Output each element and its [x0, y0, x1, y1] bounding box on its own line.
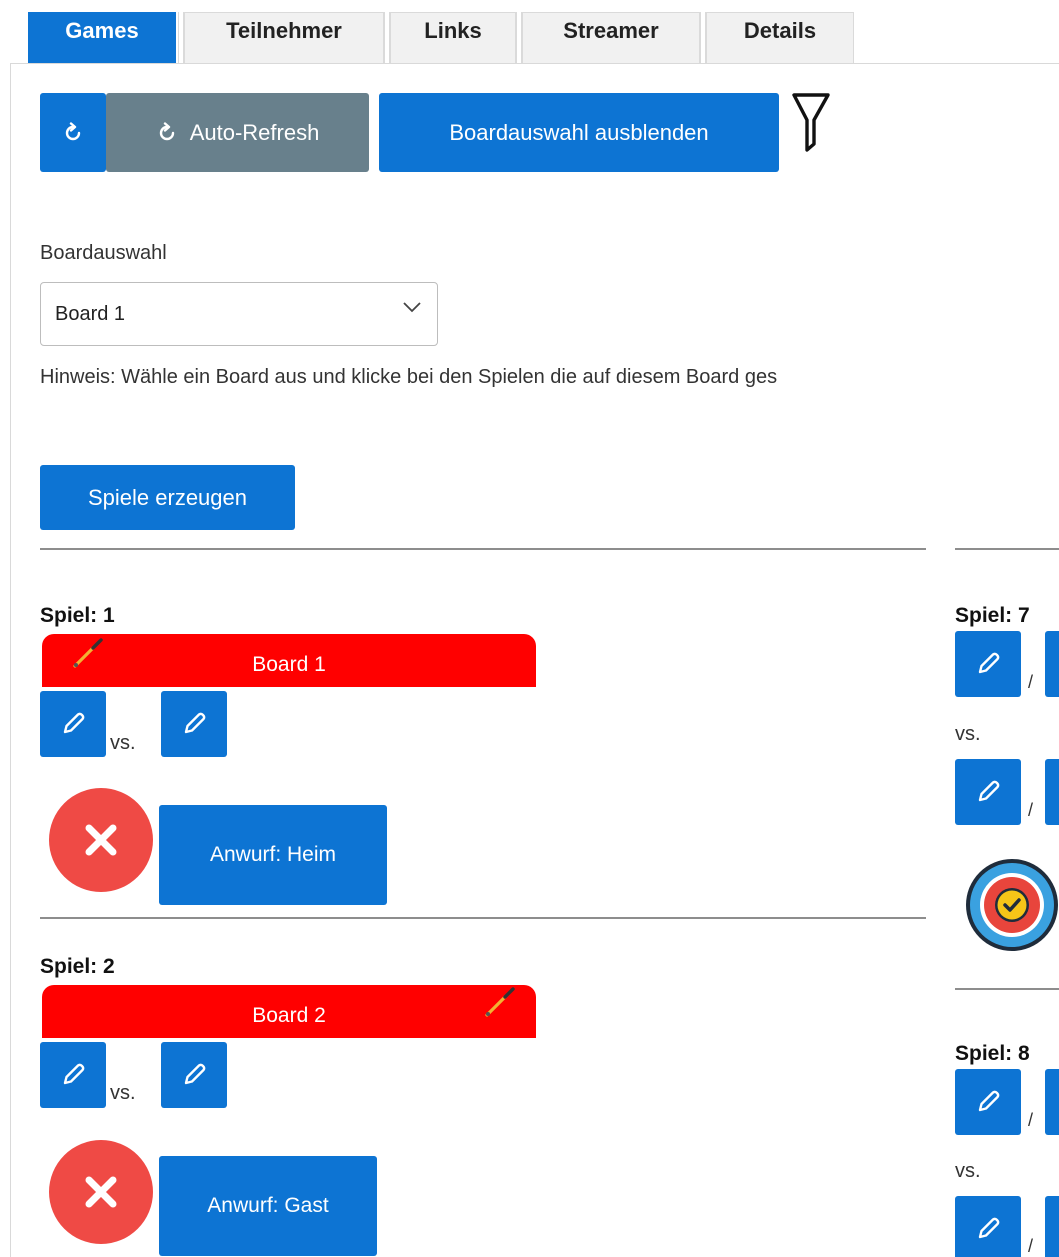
game-title: Spiel: 7	[955, 604, 1030, 627]
tab-teilnehmer-label: Teilnehmer	[226, 18, 342, 43]
edit-home-player-button[interactable]	[40, 691, 106, 757]
divider	[40, 548, 926, 550]
vs-label: vs.	[955, 1160, 981, 1182]
anwurf-label: Anwurf: Heim	[209, 843, 337, 866]
game-title: Spiel: 8	[955, 1042, 1030, 1065]
edit-player-button[interactable]	[955, 759, 1021, 825]
slash-separator: /	[1028, 1236, 1034, 1256]
pencil-icon	[184, 1063, 206, 1085]
board-assignment-bar[interactable]: Board 1	[42, 634, 536, 687]
filter-icon[interactable]	[791, 92, 831, 154]
board-select-hint: Hinweis: Wähle ein Board aus und klicke …	[40, 366, 778, 388]
auto-refresh-button[interactable]: Auto-Refresh	[106, 93, 369, 172]
pencil-icon	[184, 712, 206, 734]
pencil-icon	[978, 1090, 1000, 1112]
game-title: Spiel: 2	[40, 955, 115, 978]
game-title: Spiel: 1	[40, 604, 115, 627]
edit-player-button[interactable]	[955, 631, 1021, 697]
vs-label: vs.	[110, 1082, 136, 1104]
cancel-game-button[interactable]	[49, 1140, 153, 1244]
board-assignment-bar[interactable]: Board 2	[42, 985, 536, 1038]
cancel-game-button[interactable]	[49, 788, 153, 892]
slash-separator: /	[1028, 672, 1034, 692]
pencil-icon	[63, 712, 85, 734]
divider	[40, 917, 926, 919]
tab-teilnehmer[interactable]: Teilnehmer	[184, 12, 384, 63]
close-icon	[85, 824, 117, 856]
dart-icon	[73, 638, 103, 668]
tab-streamer-label: Streamer	[563, 18, 659, 43]
edit-partner-button[interactable]	[1045, 1069, 1059, 1135]
tab-streamer[interactable]: Streamer	[522, 12, 700, 63]
vs-label: vs.	[955, 723, 981, 745]
slash-separator: /	[1028, 800, 1034, 820]
divider	[955, 548, 1059, 550]
board-select[interactable]: Board 1	[40, 282, 438, 346]
anwurf-button[interactable]: Anwurf: Gast	[159, 1156, 377, 1256]
chevron-down-icon	[403, 302, 421, 313]
pencil-icon	[978, 652, 1000, 674]
tab-details[interactable]: Details	[706, 12, 854, 63]
toggle-board-selection-label: Boardauswahl ausblenden	[449, 119, 709, 145]
close-icon	[85, 1176, 117, 1208]
tab-bar: Games Teilnehmer Links Streamer Details	[0, 0, 1059, 63]
tab-games-label: Games	[65, 18, 139, 43]
edit-home-player-button[interactable]	[40, 1042, 106, 1108]
refresh-icon	[159, 121, 174, 140]
pencil-icon	[63, 1063, 85, 1085]
tab-games[interactable]: Games	[28, 12, 176, 63]
refresh-icon	[65, 121, 81, 140]
divider	[955, 988, 1059, 990]
edit-partner-button[interactable]	[1045, 1196, 1059, 1257]
slash-separator: /	[1028, 1110, 1034, 1130]
tab-details-label: Details	[743, 18, 817, 43]
refresh-button[interactable]	[40, 93, 106, 172]
pencil-icon	[978, 780, 1000, 802]
anwurf-label: Anwurf: Gast	[207, 1194, 329, 1217]
tab-links[interactable]: Links	[390, 12, 516, 63]
generate-games-button[interactable]: Spiele erzeugen	[40, 465, 295, 530]
edit-partner-button[interactable]	[1045, 631, 1059, 697]
generate-games-label: Spiele erzeugen	[87, 484, 247, 510]
board-select-label: Boardauswahl	[40, 242, 167, 264]
pencil-icon	[978, 1217, 1000, 1239]
dart-icon	[485, 987, 515, 1017]
edit-guest-player-button[interactable]	[161, 691, 227, 757]
edit-guest-player-button[interactable]	[161, 1042, 227, 1108]
edit-player-button[interactable]	[955, 1196, 1021, 1257]
toggle-board-selection-button[interactable]: Boardauswahl ausblenden	[379, 93, 779, 172]
vs-label: vs.	[110, 732, 136, 754]
anwurf-button[interactable]: Anwurf: Heim	[159, 805, 387, 905]
target-check-icon[interactable]	[962, 855, 1059, 955]
edit-partner-button[interactable]	[1045, 759, 1059, 825]
tab-links-label: Links	[424, 18, 482, 43]
auto-refresh-label: Auto-Refresh	[189, 119, 320, 145]
board-select-value: Board 1	[55, 302, 126, 325]
edit-player-button[interactable]	[955, 1069, 1021, 1135]
board-name: Board 2	[252, 1003, 326, 1027]
board-name: Board 1	[252, 652, 326, 676]
